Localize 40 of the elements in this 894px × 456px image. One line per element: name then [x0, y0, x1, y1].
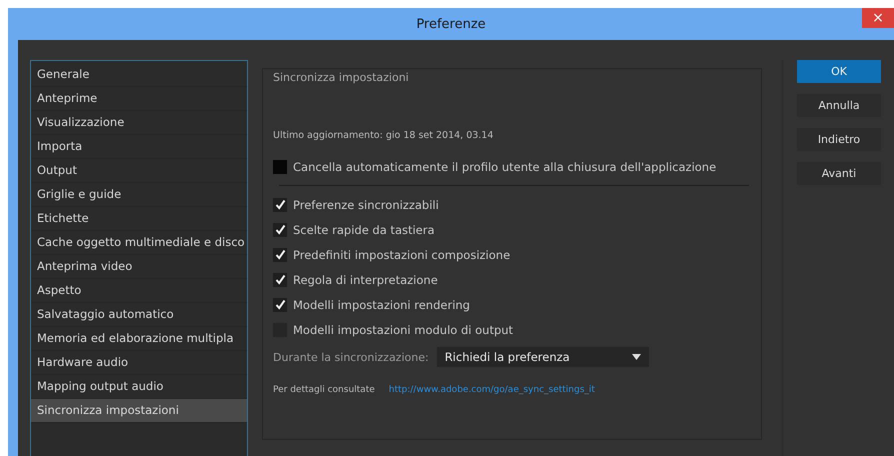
checkbox-label: Preferenze sincronizzabili [293, 198, 439, 212]
dropdown-label: Durante la sincronizzazione: [273, 350, 429, 364]
checkbox-label: Modelli impostazioni modulo di output [293, 322, 514, 336]
ok-button[interactable]: OK [797, 60, 881, 83]
checkbox-label: Scelte rapide da tastiera [293, 222, 435, 236]
checkbox[interactable] [273, 160, 287, 174]
details-text: Per dettagli consultate [273, 385, 375, 395]
category-item[interactable]: Cache oggetto multimediale e disco [31, 231, 247, 255]
category-item[interactable]: Griglie e guide [31, 183, 247, 207]
dialog-button[interactable]: Indietro [797, 128, 881, 151]
category-item[interactable]: Visualizzazione [31, 111, 247, 135]
window-title: Preferenze [416, 16, 486, 32]
category-item[interactable]: Output [31, 159, 247, 183]
category-item[interactable]: Generale [31, 63, 247, 87]
checkbox[interactable] [273, 198, 287, 212]
category-item[interactable]: Memoria ed elaborazione multipla [31, 327, 247, 351]
category-item[interactable]: Salvataggio automatico [31, 303, 247, 327]
checkbox[interactable] [273, 248, 287, 262]
category-item[interactable]: Anteprima video [31, 255, 247, 279]
sync-dropdown[interactable]: Richiedi la preferenza [436, 347, 649, 367]
checkbox-label: Predefiniti impostazioni composizione [293, 248, 510, 262]
dialog-button[interactable]: Avanti [797, 162, 881, 185]
group-title: Sincronizza impostazioni [273, 70, 410, 86]
category-item[interactable]: Importa [31, 135, 247, 159]
category-item[interactable]: Sincronizza impostazioni [31, 399, 247, 423]
dialog-button[interactable]: Annulla [797, 94, 881, 117]
checkbox[interactable] [273, 272, 287, 286]
checkbox-label: Modelli impostazioni rendering [293, 298, 470, 312]
last-update-text: Ultimo aggiornamento: gio 18 set 2014, 03.14 [273, 128, 494, 142]
checkbox[interactable] [273, 298, 287, 312]
category-item[interactable]: Hardware audio [31, 351, 247, 375]
close-button[interactable]: × [862, 8, 894, 28]
category-item[interactable]: Aspetto [31, 279, 247, 303]
settings-link[interactable]: http://www.adobe.com/go/ae_sync_settings_it [388, 385, 595, 395]
checkbox[interactable] [273, 222, 287, 236]
category-item[interactable]: Etichette [31, 207, 247, 231]
checkbox-label: Cancella automaticamente il profilo utente alla chiusura dell'applicazione [293, 160, 716, 174]
checkbox-label: Regola di interpretazione [293, 272, 438, 286]
caret-icon [632, 354, 641, 360]
category-item[interactable]: Anteprime [31, 87, 247, 111]
